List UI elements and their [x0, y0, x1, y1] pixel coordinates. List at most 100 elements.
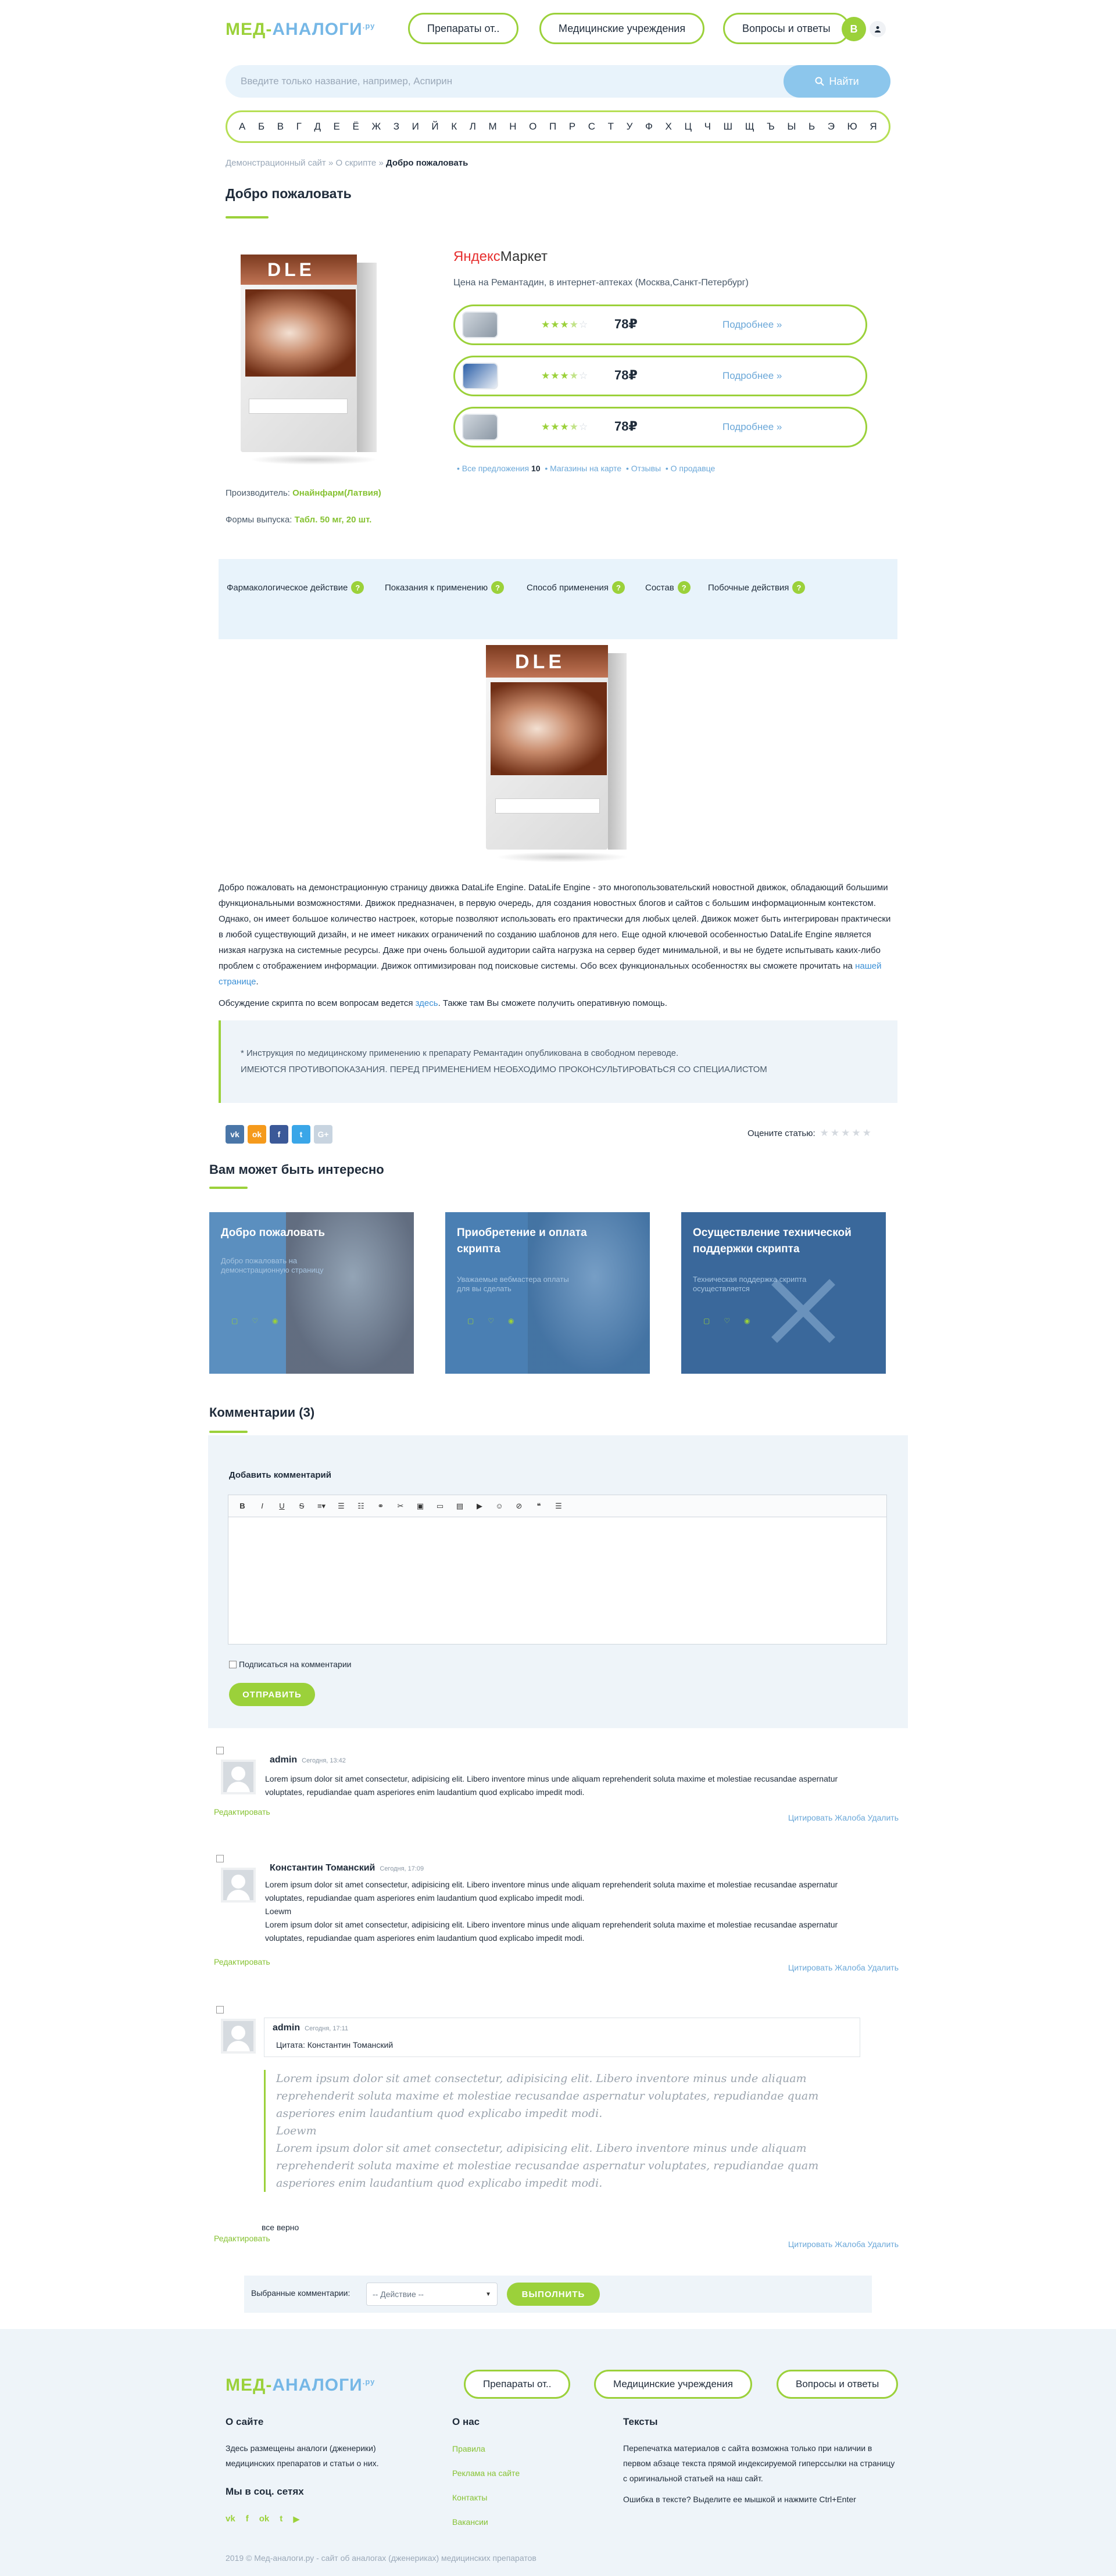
checkbox[interactable]	[229, 1660, 237, 1668]
alphabet-letter[interactable]: Я	[870, 121, 877, 132]
quote-icon[interactable]: ❝	[531, 1499, 547, 1513]
related-card[interactable]: Осуществление технической поддержки скри…	[681, 1212, 886, 1374]
comment-edit-link[interactable]: Редактировать	[214, 1957, 270, 1966]
comment-actions[interactable]: Цитировать Жалоба Удалить	[788, 1813, 899, 1822]
rating-stars[interactable]: ★★★★★	[820, 1127, 873, 1138]
alphabet-letter[interactable]: Ё	[352, 121, 359, 132]
alphabet-letter[interactable]: С	[588, 121, 595, 132]
shops-map-link[interactable]: • Магазины на карте	[545, 464, 621, 473]
alphabet-letter[interactable]: А	[239, 121, 245, 132]
comment-edit-link[interactable]: Редактировать	[214, 2234, 270, 2243]
nav-questions-button[interactable]: Вопросы и ответы	[723, 13, 850, 44]
list-icon[interactable]: ☰	[333, 1499, 349, 1513]
alphabet-letter[interactable]: В	[277, 121, 284, 132]
related-card[interactable]: Добро пожаловать Добро пожаловать на дем…	[209, 1212, 414, 1374]
nav-institutions-button[interactable]: Медицинские учреждения	[539, 13, 705, 44]
footer-link-ads[interactable]: Реклама на сайте	[452, 2468, 520, 2478]
alphabet-letter[interactable]: М	[488, 121, 496, 132]
bold-icon[interactable]: B	[234, 1499, 251, 1513]
alphabet-letter[interactable]: П	[549, 121, 556, 132]
alphabet-letter[interactable]: Ф	[645, 121, 653, 132]
comment-edit-link[interactable]: Редактировать	[214, 1807, 270, 1817]
tab-usage[interactable]: Способ применения?	[527, 581, 625, 594]
offer-row[interactable]: ★★★★☆ 78₽ Подробнее »	[453, 304, 867, 345]
manufacturer-link[interactable]: Онайнфарм(Латвия)	[292, 488, 381, 498]
tab-composition[interactable]: Состав?	[645, 581, 691, 594]
offer-more-link[interactable]: Подробнее »	[722, 319, 782, 331]
vk-icon[interactable]: vk	[226, 2514, 235, 2524]
subscribe-checkbox[interactable]: Подписаться на комментарии	[229, 1660, 351, 1669]
googleplus-share-icon[interactable]: G+	[314, 1125, 332, 1144]
mass-action-execute-button[interactable]: ВЫПОЛНИТЬ	[507, 2283, 600, 2306]
site-logo[interactable]: МЕД-АНАЛОГИ.ру	[226, 20, 375, 40]
alphabet-letter[interactable]: Й	[431, 121, 438, 132]
alphabet-letter[interactable]: Ж	[371, 121, 381, 132]
ok-share-icon[interactable]: ok	[248, 1125, 266, 1144]
underline-icon[interactable]: U	[274, 1499, 290, 1513]
footer-logo[interactable]: МЕД-АНАЛОГИ.ру	[226, 2376, 375, 2395]
align-icon[interactable]: ≡▾	[313, 1499, 330, 1513]
offer-row[interactable]: ★★★★☆ 78₽ Подробнее »	[453, 407, 867, 447]
media-icon[interactable]: ▤	[452, 1499, 468, 1513]
alphabet-letter[interactable]: Х	[666, 121, 672, 132]
send-comment-button[interactable]: ОТПРАВИТЬ	[229, 1683, 315, 1706]
breadcrumb-section[interactable]: О скрипте	[335, 158, 376, 168]
reviews-link[interactable]: • Отзывы	[626, 464, 661, 473]
facebook-share-icon[interactable]: f	[270, 1125, 288, 1144]
link-icon[interactable]: ⚭	[373, 1499, 389, 1513]
comment-select-checkbox[interactable]	[216, 1747, 224, 1754]
unlink-icon[interactable]: ✂	[392, 1499, 409, 1513]
alphabet-letter[interactable]: Н	[509, 121, 516, 132]
alphabet-letter[interactable]: Ь	[809, 121, 815, 132]
search-input[interactable]	[241, 65, 764, 98]
breadcrumb-home[interactable]: Демонстрационный сайт	[226, 158, 326, 168]
ordered-list-icon[interactable]: ☷	[353, 1499, 369, 1513]
all-offers-link[interactable]: • Все предложения 10	[457, 464, 541, 473]
discussion-link[interactable]: здесь	[416, 998, 438, 1008]
video-icon[interactable]: ▶	[471, 1499, 488, 1513]
strikethrough-icon[interactable]: S	[294, 1499, 310, 1513]
comment-select-checkbox[interactable]	[216, 1855, 224, 1862]
related-card[interactable]: Приобретение и оплата скрипта Уважаемые …	[445, 1212, 650, 1374]
alphabet-letter[interactable]: О	[529, 121, 536, 132]
alphabet-letter[interactable]: Ч	[704, 121, 711, 132]
hide-icon[interactable]: ⊘	[511, 1499, 527, 1513]
alphabet-letter[interactable]: Э	[828, 121, 835, 132]
alphabet-letter[interactable]: Р	[569, 121, 575, 132]
user-avatar[interactable]: В	[842, 17, 866, 41]
alphabet-letter[interactable]: Б	[258, 121, 264, 132]
offer-more-link[interactable]: Подробнее »	[722, 370, 782, 382]
about-seller-link[interactable]: • О продавце	[666, 464, 715, 473]
mass-action-select[interactable]: -- Действие -- ▼	[366, 2283, 498, 2306]
footer-nav-questions-button[interactable]: Вопросы и ответы	[777, 2370, 899, 2399]
facebook-icon[interactable]: f	[246, 2514, 249, 2524]
comment-author[interactable]: Константин Томанский Сегодня, 17:09	[270, 1863, 424, 1873]
alphabet-letter[interactable]: Ы	[787, 121, 796, 132]
footer-link-contacts[interactable]: Контакты	[452, 2493, 487, 2502]
user-icon[interactable]	[870, 21, 886, 37]
offer-row[interactable]: ★★★★☆ 78₽ Подробнее »	[453, 356, 867, 396]
alphabet-letter[interactable]: Ш	[724, 121, 733, 132]
offer-more-link[interactable]: Подробнее »	[722, 421, 782, 433]
comment-actions[interactable]: Цитировать Жалоба Удалить	[788, 1963, 899, 1972]
youtube-icon[interactable]: ▶	[293, 2514, 300, 2524]
alphabet-letter[interactable]: Т	[608, 121, 614, 132]
comment-textarea[interactable]	[231, 1521, 884, 1642]
tab-indications[interactable]: Показания к применению?	[385, 581, 505, 594]
comment-select-checkbox[interactable]	[216, 2006, 224, 2013]
comment-author[interactable]: admin Сегодня, 13:42	[270, 1755, 346, 1765]
alphabet-letter[interactable]: Ю	[847, 121, 857, 132]
footer-nav-institutions-button[interactable]: Медицинские учреждения	[594, 2370, 752, 2399]
image-icon[interactable]: ▣	[412, 1499, 428, 1513]
alphabet-letter[interactable]: З	[394, 121, 399, 132]
tab-side-effects[interactable]: Побочные действия?	[708, 581, 806, 594]
footer-nav-drugs-button[interactable]: Препараты от..	[464, 2370, 571, 2399]
twitter-share-icon[interactable]: t	[292, 1125, 310, 1144]
twitter-icon[interactable]: t	[280, 2514, 282, 2524]
comment-author[interactable]: admin Сегодня, 17:11	[273, 2023, 348, 2033]
folder-icon[interactable]: ▭	[432, 1499, 448, 1513]
italic-icon[interactable]: I	[254, 1499, 270, 1513]
alphabet-letter[interactable]: У	[627, 121, 633, 132]
emoji-icon[interactable]: ☺	[491, 1499, 507, 1513]
alphabet-letter[interactable]: Д	[314, 121, 321, 132]
